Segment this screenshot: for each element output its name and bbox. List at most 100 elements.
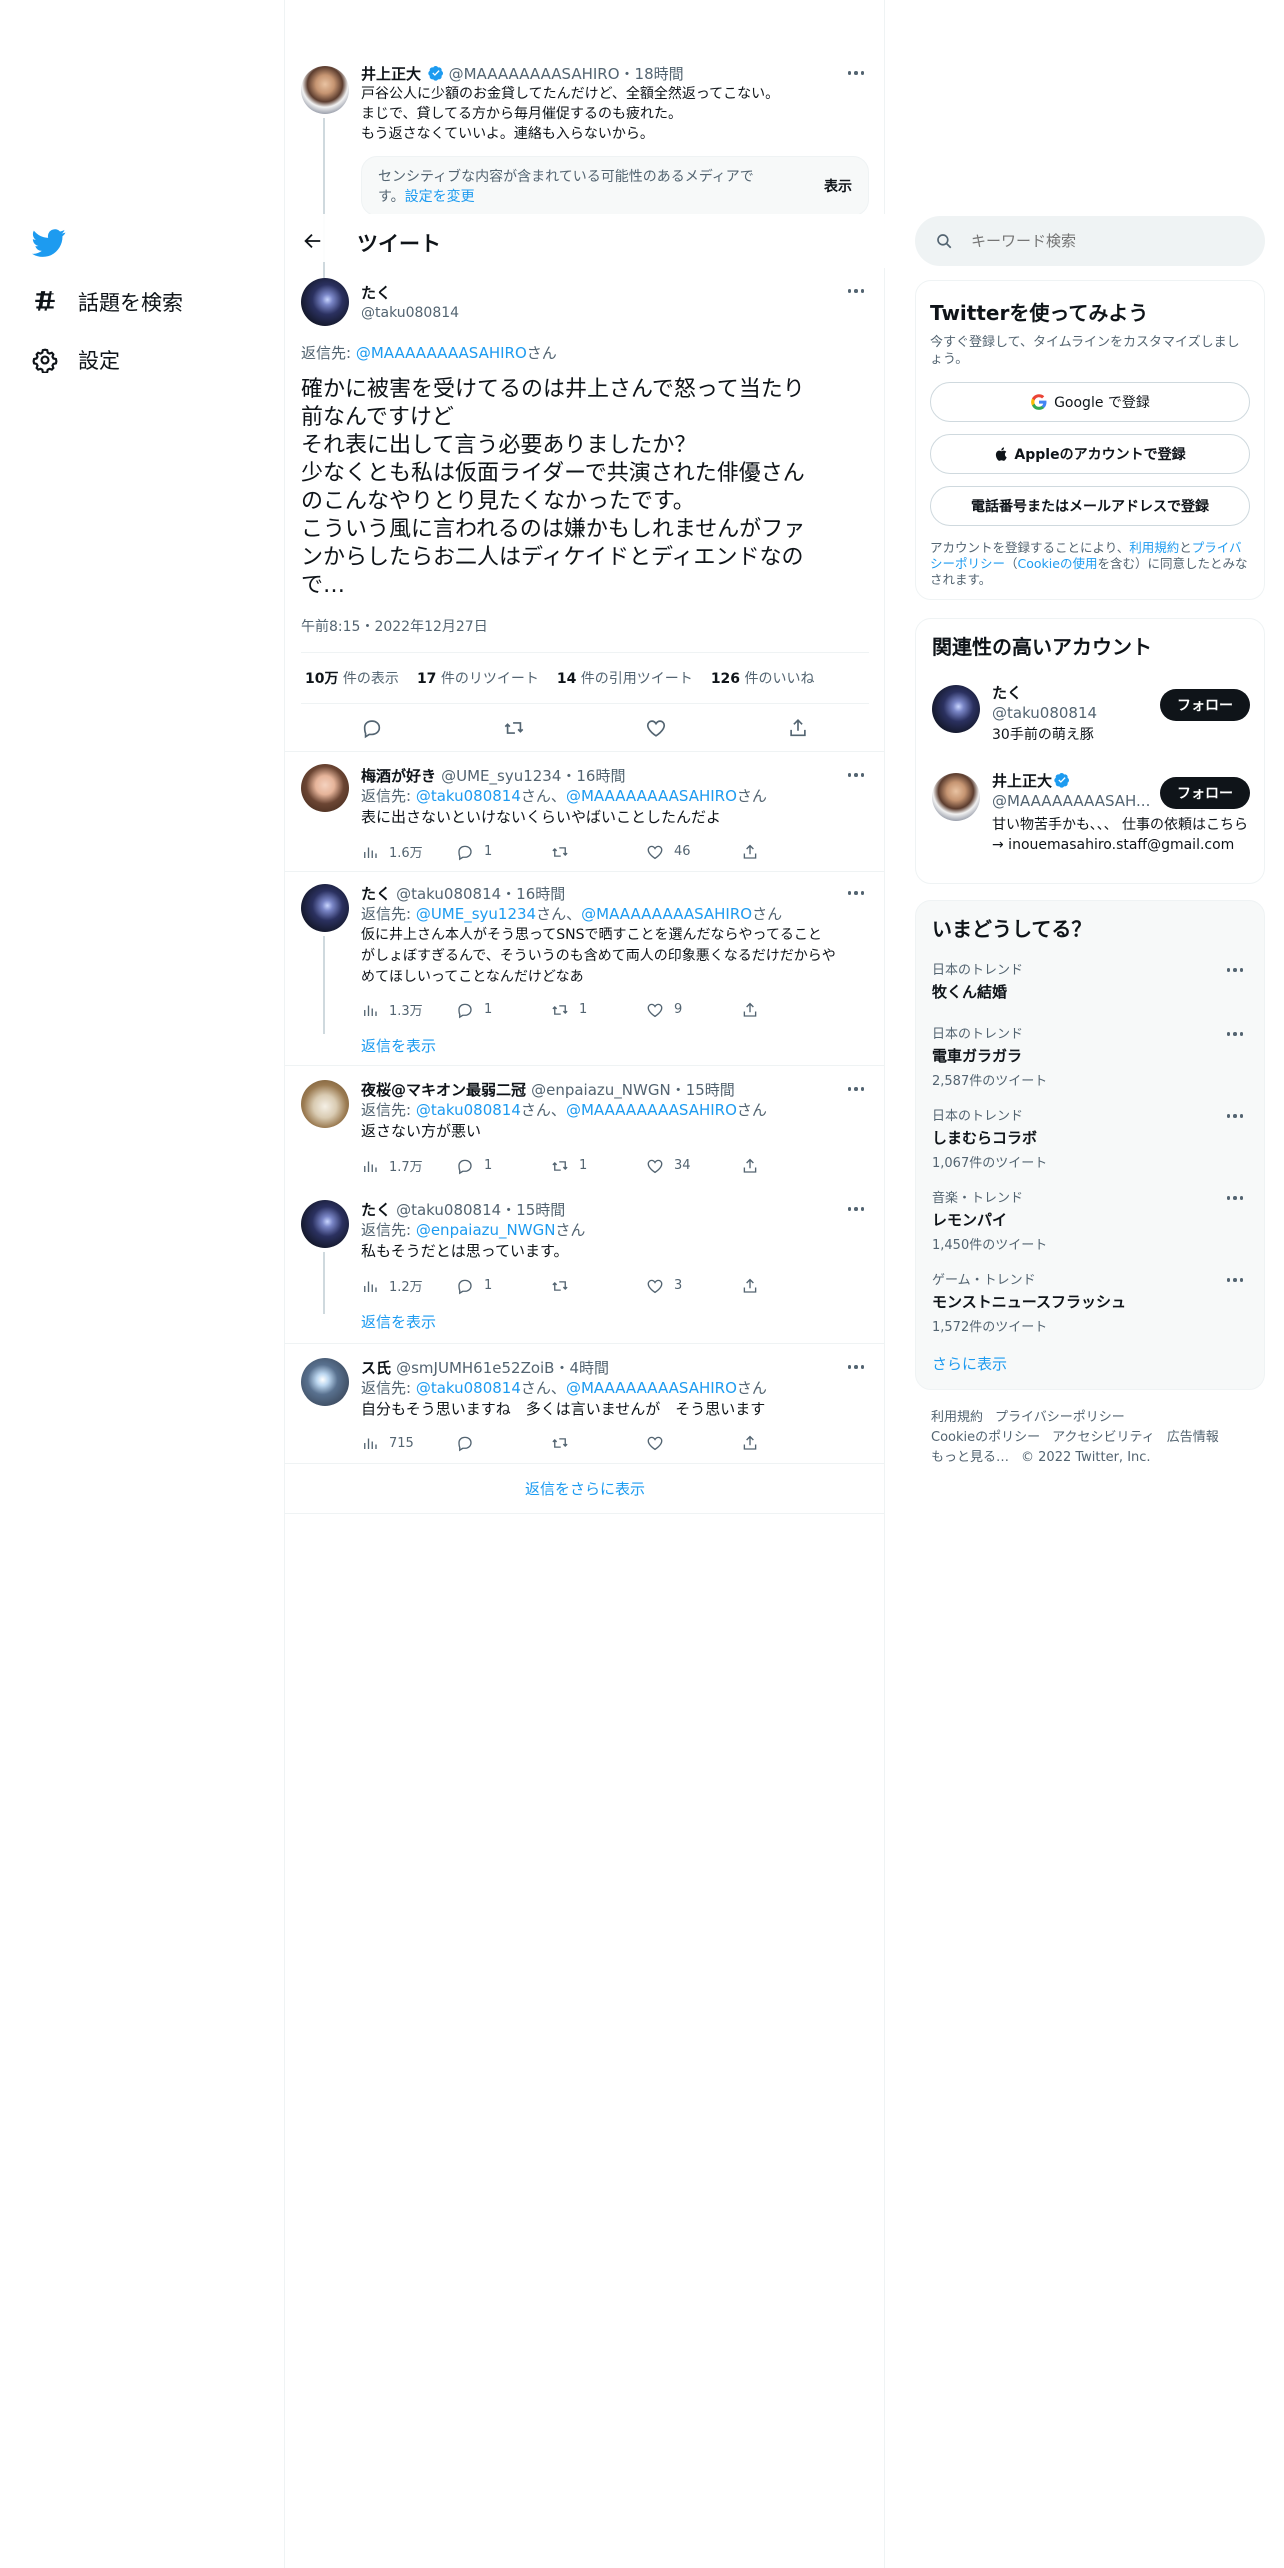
more-options-icon[interactable]	[1222, 1271, 1248, 1289]
share-icon[interactable]	[787, 717, 809, 739]
reply-to-link[interactable]: @MAAAAAAAASAHIRO	[581, 905, 752, 923]
more-options-icon[interactable]	[1222, 1107, 1248, 1125]
footer-link[interactable]: Cookieのポリシー	[931, 1430, 1040, 1445]
more-options-icon[interactable]	[843, 1200, 869, 1218]
author-name[interactable]: 井上正大	[361, 65, 421, 83]
retweet-icon[interactable]	[503, 717, 525, 739]
reply-button[interactable]: 1	[456, 1277, 551, 1295]
avatar[interactable]	[301, 764, 349, 812]
trend-item[interactable]: 日本のトレンド 牧くん結婚	[932, 959, 1248, 1019]
avatar[interactable]	[301, 1080, 349, 1128]
more-options-icon[interactable]	[843, 282, 869, 300]
reply-to-link[interactable]: @MAAAAAAAASAHIRO	[356, 344, 527, 362]
show-replies-link[interactable]: 返信を表示	[361, 1035, 869, 1056]
twitter-logo-icon[interactable]	[32, 226, 66, 260]
show-replies-link[interactable]: 返信を表示	[361, 1311, 869, 1332]
follow-button[interactable]: フォロー	[1160, 777, 1250, 809]
like-icon[interactable]	[645, 717, 667, 739]
reply-button[interactable]: 1	[456, 1001, 551, 1019]
footer-more-link[interactable]: もっと見る…	[931, 1450, 1009, 1465]
avatar[interactable]	[301, 66, 349, 114]
retweet-button[interactable]	[551, 1277, 646, 1295]
reply-to-link[interactable]: @MAAAAAAAASAHIRO	[566, 1379, 737, 1397]
more-options-icon[interactable]	[843, 884, 869, 902]
views-button[interactable]: 715	[361, 1434, 456, 1452]
share-button[interactable]	[741, 1277, 781, 1295]
reply-to-link[interactable]: @taku080814	[416, 1379, 521, 1397]
account-name[interactable]: たく	[992, 683, 1097, 703]
retweet-button[interactable]	[551, 843, 646, 861]
reply-to-link[interactable]: @enpaiazu_NWGN	[416, 1221, 556, 1239]
reply-tweet[interactable]: 梅酒が好き @UME_syu1234・16時間 返信先: @taku080814…	[285, 752, 885, 872]
terms-link[interactable]: 利用規約	[1129, 540, 1179, 555]
share-button[interactable]	[741, 1434, 781, 1452]
more-options-icon[interactable]	[1222, 1189, 1248, 1207]
author-handle[interactable]: @enpaiazu_NWGN・15時間	[531, 1081, 735, 1099]
reply-to-link[interactable]: @MAAAAAAAASAHIRO	[566, 1101, 737, 1119]
author-handle[interactable]: @taku080814・16時間	[396, 885, 565, 903]
trend-item[interactable]: 音楽・トレンド レモンパイ 1,450件のツイート	[932, 1187, 1248, 1265]
avatar[interactable]	[932, 773, 980, 821]
author-name[interactable]: ス氏	[361, 1359, 391, 1377]
author-handle[interactable]: @UME_syu1234・16時間	[441, 767, 625, 785]
search-box[interactable]	[915, 216, 1265, 266]
parent-tweet[interactable]: 井上正大 @MAAAAAAAASAHIRO・18時間 戸谷公人に少額のお金貸して…	[285, 58, 885, 278]
reply-tweet[interactable]: たく @taku080814・15時間 返信先: @enpaiazu_NWGNさ…	[285, 1190, 885, 1344]
reply-to-link[interactable]: @taku080814	[416, 787, 521, 805]
footer-link[interactable]: プライバシーポリシー	[995, 1410, 1125, 1425]
account-handle[interactable]: @MAAAAAAAASAH...	[992, 791, 1162, 811]
reply-button[interactable]: 1	[456, 843, 551, 861]
like-button[interactable]: 46	[646, 843, 741, 861]
trend-item[interactable]: ゲーム・トレンド モンストニュースフラッシュ 1,572件のツイート	[932, 1269, 1248, 1347]
share-button[interactable]	[741, 1157, 781, 1175]
author-name[interactable]: たく	[361, 885, 391, 903]
show-media-button[interactable]: 表示	[824, 177, 852, 197]
account-handle[interactable]: @taku080814	[992, 703, 1097, 723]
reply-tweet[interactable]: たく @taku080814・16時間 返信先: @UME_syu1234さん、…	[285, 872, 885, 1066]
reply-tweet[interactable]: ス氏 @smJUMH61e52ZoiB・4時間 返信先: @taku080814…	[285, 1344, 885, 1464]
nav-settings[interactable]: 設定	[32, 340, 120, 380]
tweet-timestamp[interactable]: 午前8:15・2022年12月27日	[301, 616, 488, 636]
stat-quotes[interactable]: 14 件の引用ツイート	[557, 668, 693, 688]
retweet-button[interactable]: 1	[551, 1001, 646, 1019]
phone-email-signup-button[interactable]: 電話番号またはメールアドレスで登録	[930, 486, 1250, 526]
reply-button[interactable]: 1	[456, 1157, 551, 1175]
retweet-button[interactable]: 1	[551, 1157, 646, 1175]
author-name[interactable]: 梅酒が好き	[361, 767, 436, 785]
tweet-time[interactable]: ・18時間	[620, 65, 684, 83]
trend-item[interactable]: 日本のトレンド しまむらコラボ 1,067件のツイート	[932, 1105, 1248, 1183]
like-button[interactable]: 34	[646, 1157, 741, 1175]
footer-link[interactable]: 広告情報	[1167, 1430, 1219, 1445]
stat-views[interactable]: 10万 件の表示	[305, 668, 399, 688]
more-options-icon[interactable]	[1222, 1025, 1248, 1043]
more-options-icon[interactable]	[843, 64, 869, 82]
author-name[interactable]: たく	[361, 282, 459, 303]
reply-button[interactable]	[456, 1434, 551, 1452]
related-account[interactable]: 井上正大 @MAAAAAAAASAH... 甘い物苦手かも、、、 仕事の依頼はこ…	[916, 765, 1266, 875]
trend-item[interactable]: 日本のトレンド 電車ガラガラ 2,587件のツイート	[932, 1023, 1248, 1101]
nav-explore[interactable]: 話題を検索	[32, 282, 183, 322]
share-button[interactable]	[741, 1001, 781, 1019]
author-handle[interactable]: @MAAAAAAAASAHIRO	[449, 65, 620, 83]
back-arrow-icon[interactable]	[301, 230, 323, 252]
views-button[interactable]: 1.6万	[361, 842, 456, 861]
avatar[interactable]	[932, 685, 980, 733]
google-signup-button[interactable]: Google で登録	[930, 382, 1250, 422]
footer-link[interactable]: アクセシビリティ	[1052, 1430, 1155, 1445]
related-account[interactable]: たく @taku080814 30手前の萌え豚 フォロー	[916, 677, 1266, 761]
follow-button[interactable]: フォロー	[1160, 689, 1250, 721]
author-handle[interactable]: @smJUMH61e52ZoiB・4時間	[396, 1359, 609, 1377]
reply-tweet[interactable]: 夜桜@マキオン最弱二冠 @enpaiazu_NWGN・15時間 返信先: @ta…	[285, 1066, 885, 1190]
more-options-icon[interactable]	[843, 1080, 869, 1098]
show-more-replies-button[interactable]: 返信をさらに表示	[285, 1464, 885, 1514]
reply-to-link[interactable]: @UME_syu1234	[416, 905, 536, 923]
show-more-trends-link[interactable]: さらに表示	[932, 1353, 1007, 1374]
more-options-icon[interactable]	[1222, 961, 1248, 979]
avatar[interactable]	[301, 1358, 349, 1406]
avatar[interactable]	[301, 1200, 349, 1248]
footer-link[interactable]: 利用規約	[931, 1410, 983, 1425]
stat-likes[interactable]: 126 件のいいね	[711, 668, 815, 688]
more-options-icon[interactable]	[843, 766, 869, 784]
account-name[interactable]: 井上正大	[992, 772, 1052, 790]
author-name[interactable]: たく	[361, 1201, 391, 1219]
